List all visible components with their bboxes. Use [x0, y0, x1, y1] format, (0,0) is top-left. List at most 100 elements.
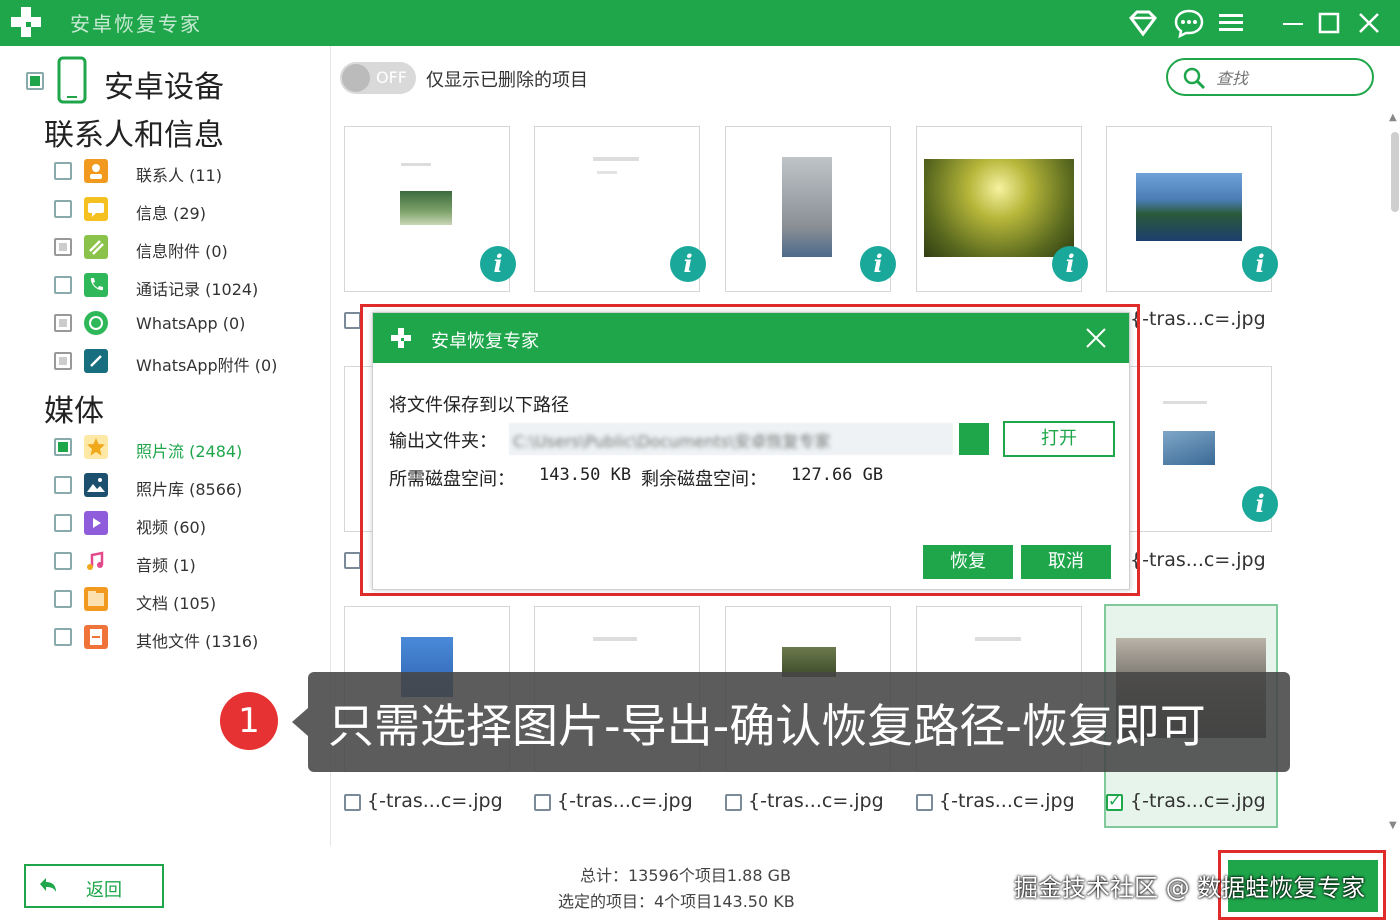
sidebar-item-video[interactable]: 视频 (60) — [136, 514, 206, 538]
output-folder-field[interactable]: C:\Users\Public\Documents\安卓恢复专家 — [509, 423, 953, 455]
close-icon[interactable] — [1352, 6, 1386, 40]
dialog-cancel-button[interactable]: 取消 — [1021, 545, 1111, 579]
sidebar-item-contacts[interactable]: 联系人 (11) — [136, 162, 222, 186]
call-log-checkbox[interactable] — [54, 276, 72, 294]
browse-folder-button[interactable] — [959, 423, 989, 455]
info-icon[interactable]: i — [860, 246, 896, 282]
whatsapp-icon — [84, 311, 108, 335]
phone-device-icon — [57, 56, 87, 104]
dialog-recover-button[interactable]: 恢复 — [923, 545, 1013, 579]
sidebar-item-audio[interactable]: 音频 (1) — [136, 552, 196, 576]
search-icon — [1183, 67, 1206, 90]
dialog-heading: 将文件保存到以下路径 — [389, 395, 569, 416]
dialog-close-icon[interactable] — [1081, 323, 1111, 353]
open-folder-button[interactable]: 打开 — [1003, 421, 1115, 457]
contacts-icon — [84, 159, 108, 183]
instruction-text: 只需选择图片-导出-确认恢复路径-恢复即可 — [328, 699, 1206, 753]
sidebar-item-attachments[interactable]: 信息附件 (0) — [136, 238, 228, 262]
document-checkbox[interactable] — [54, 590, 72, 608]
whatsapp-checkbox — [54, 314, 72, 332]
title-bar: 安卓恢复专家 — [0, 0, 1400, 46]
file-checkbox[interactable] — [344, 794, 361, 811]
sidebar-item-photo-stream[interactable]: 照片流 (2484) — [136, 438, 242, 462]
step-number-badge: 1 — [220, 692, 278, 750]
sidebar-item-whatsapp-attachments[interactable]: WhatsApp附件 (0) — [136, 352, 277, 376]
info-icon[interactable]: i — [1242, 246, 1278, 282]
back-label: 返回 — [86, 880, 122, 901]
info-icon[interactable]: i — [480, 246, 516, 282]
file-checkbox[interactable] — [916, 794, 933, 811]
file-checkbox[interactable] — [725, 794, 742, 811]
attachment-icon — [84, 235, 108, 259]
app-logo-icon — [11, 7, 41, 37]
caption-pointer — [292, 708, 308, 736]
required-space-value: 143.50 KB — [539, 465, 632, 485]
file-checkbox-checked[interactable] — [1106, 791, 1123, 811]
toggle-state: OFF — [376, 68, 407, 87]
attachments-checkbox — [54, 238, 72, 256]
deleted-only-toggle[interactable]: OFF — [340, 62, 416, 94]
file-checkbox[interactable] — [344, 552, 361, 569]
required-space-label: 所需磁盘空间： — [389, 469, 515, 490]
file-checkbox[interactable] — [534, 794, 551, 811]
document-icon — [84, 587, 108, 611]
info-icon[interactable]: i — [670, 246, 706, 282]
other-files-checkbox[interactable] — [54, 628, 72, 646]
selected-summary: 选定的项目：4个项目143.50 KB — [558, 892, 795, 911]
search-input[interactable] — [1216, 66, 1366, 90]
sidebar-item-call-log[interactable]: 通话记录 (1024) — [136, 276, 258, 300]
thumbnail-image — [782, 157, 832, 257]
file-name: {-tras...c=.jpg — [367, 790, 503, 812]
thumbnail-image — [975, 637, 1021, 641]
output-folder-value: C:\Users\Public\Documents\安卓恢复专家 — [513, 432, 831, 451]
photo-icon — [84, 473, 108, 497]
thumbnail-image — [400, 191, 452, 225]
app-title: 安卓恢复专家 — [70, 12, 202, 36]
diamond-icon[interactable] — [1126, 6, 1160, 40]
total-summary: 总计：13596个项目1.88 GB — [580, 866, 791, 885]
star-icon — [84, 435, 108, 459]
scroll-up-arrow[interactable]: ▲ — [1389, 112, 1397, 123]
maximize-icon[interactable] — [1312, 6, 1346, 40]
dialog-header: 安卓恢复专家 — [373, 313, 1129, 363]
info-icon[interactable]: i — [1052, 246, 1088, 282]
photo-library-checkbox[interactable] — [54, 476, 72, 494]
thumbnail-image-line — [1163, 401, 1207, 404]
scrollbar-thumb[interactable] — [1391, 132, 1399, 212]
section-title-contacts: 联系人和信息 — [44, 118, 224, 153]
sidebar-item-messages[interactable]: 信息 (29) — [136, 200, 206, 224]
sidebar-item-other-files[interactable]: 其他文件 (1316) — [136, 628, 258, 652]
menu-icon[interactable] — [1214, 6, 1248, 40]
device-title: 安卓设备 — [104, 70, 224, 105]
output-folder-label: 输出文件夹： — [389, 431, 497, 452]
file-name: {-tras...c=.jpg — [1130, 308, 1266, 330]
sidebar-item-photo-library[interactable]: 照片库 (8566) — [136, 476, 242, 500]
file-name: {-tras...c=.jpg — [1130, 790, 1266, 812]
deleted-only-label: 仅显示已删除的项目 — [426, 70, 588, 91]
whatsapp-attachment-checkbox — [54, 352, 72, 370]
sidebar-item-whatsapp[interactable]: WhatsApp (0) — [136, 314, 245, 333]
messages-checkbox[interactable] — [54, 200, 72, 218]
audio-checkbox[interactable] — [54, 552, 72, 570]
chat-icon[interactable] — [1172, 6, 1206, 40]
thumbnail-image — [924, 159, 1074, 257]
dialog-logo-icon — [391, 328, 411, 348]
contacts-checkbox[interactable] — [54, 162, 72, 180]
file-name: {-tras...c=.jpg — [557, 790, 693, 812]
video-checkbox[interactable] — [54, 514, 72, 532]
whatsapp-attachment-icon — [84, 349, 108, 373]
device-checkbox[interactable] — [26, 72, 44, 90]
instruction-caption: 只需选择图片-导出-确认恢复路径-恢复即可 — [308, 672, 1290, 772]
thumbnail-image — [593, 637, 637, 641]
scroll-down-arrow[interactable]: ▼ — [1389, 820, 1397, 831]
search-box[interactable] — [1166, 58, 1374, 96]
info-icon[interactable]: i — [1242, 486, 1278, 522]
messages-icon — [84, 197, 108, 221]
toggle-knob — [342, 64, 370, 92]
file-checkbox[interactable] — [344, 312, 361, 329]
back-button[interactable]: 返回 — [24, 864, 164, 908]
minimize-icon[interactable] — [1276, 6, 1310, 40]
sidebar-item-documents[interactable]: 文档 (105) — [136, 590, 216, 614]
free-space-value: 127.66 GB — [791, 465, 884, 485]
photo-stream-checkbox[interactable] — [54, 438, 72, 456]
